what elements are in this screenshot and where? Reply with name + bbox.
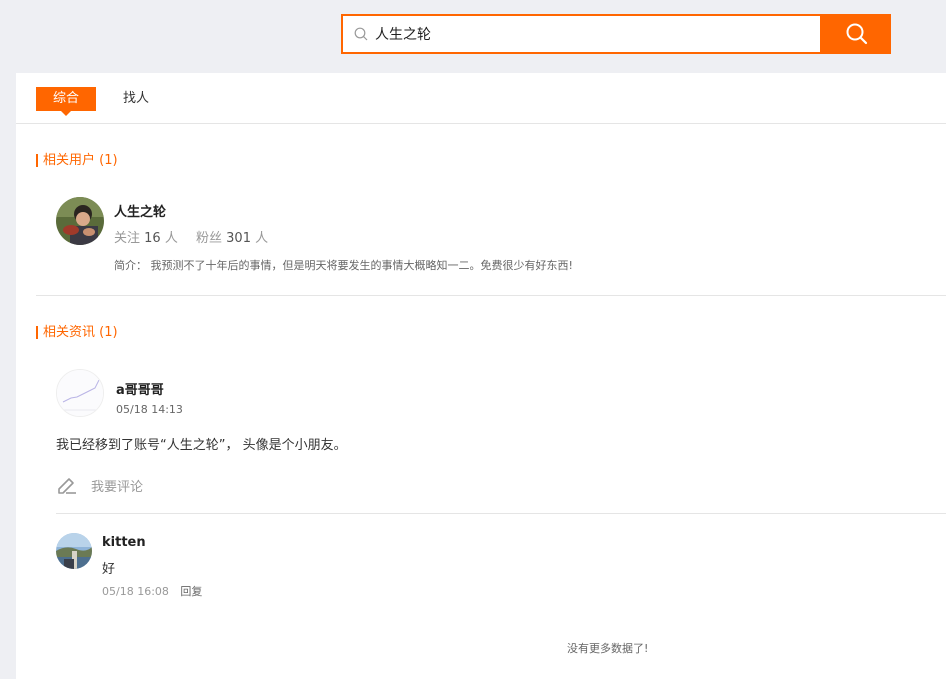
search-icon <box>354 27 368 41</box>
comment-button[interactable]: 我要评论 <box>56 474 143 496</box>
tab-comprehensive[interactable]: 综合 <box>36 87 96 116</box>
reply-button[interactable]: 回复 <box>180 585 202 598</box>
no-more-data: 没有更多数据了! <box>567 642 649 655</box>
followers-count: 301 <box>226 231 251 246</box>
comment-prompt: 我要评论 <box>91 479 144 495</box>
avatar[interactable] <box>56 369 104 417</box>
related-news-title: 相关资讯 (1) <box>36 326 118 339</box>
user-bio: 简介： 我预测不了十年后的事情，但是明天将要发生的事情大概略知一二。免费很少有好… <box>114 257 573 273</box>
bio-text: 我预测不了十年后的事情，但是明天将要发生的事情大概略知一二。免费很少有好东西! <box>150 259 573 272</box>
avatar[interactable] <box>56 197 104 245</box>
user-stats: 关注 16 人 粉丝 301 人 <box>114 227 268 246</box>
search-button[interactable] <box>822 14 891 54</box>
related-users-title: 相关用户 (1) <box>36 154 118 167</box>
reply-author[interactable]: kitten <box>102 535 146 550</box>
search-bar <box>341 14 891 54</box>
avatar[interactable] <box>56 533 92 569</box>
user-name[interactable]: 人生之轮 <box>114 201 166 220</box>
bio-label: 简介： <box>114 259 147 272</box>
following-label: 关注 <box>114 231 141 246</box>
divider <box>36 295 946 296</box>
news-content: 我已经移到了账号“人生之轮”， 头像是个小朋友。 <box>56 438 347 453</box>
news-author[interactable]: a哥哥哥 <box>116 379 164 398</box>
tab-find-people[interactable]: 找人 <box>123 87 149 111</box>
reply-text: 好 <box>102 562 116 577</box>
divider <box>56 513 946 514</box>
followers-label: 粉丝 <box>196 231 223 246</box>
following-unit: 人 <box>164 231 178 246</box>
followers-unit: 人 <box>255 231 269 246</box>
search-icon <box>846 23 867 45</box>
following-count: 16 <box>144 231 161 246</box>
reply-time: 05/18 16:08 <box>102 585 169 598</box>
news-time: 05/18 14:13 <box>116 403 183 416</box>
results-panel: 综合 找人 相关用户 (1) 人生之轮 关注 16 人 粉丝 301 人 简介：… <box>16 73 946 679</box>
search-input[interactable] <box>375 26 795 42</box>
edit-icon <box>58 478 76 494</box>
reply-meta: 05/18 16:08 回复 <box>102 583 202 599</box>
tab-bar: 综合 找人 <box>16 73 946 124</box>
search-box <box>341 14 822 54</box>
